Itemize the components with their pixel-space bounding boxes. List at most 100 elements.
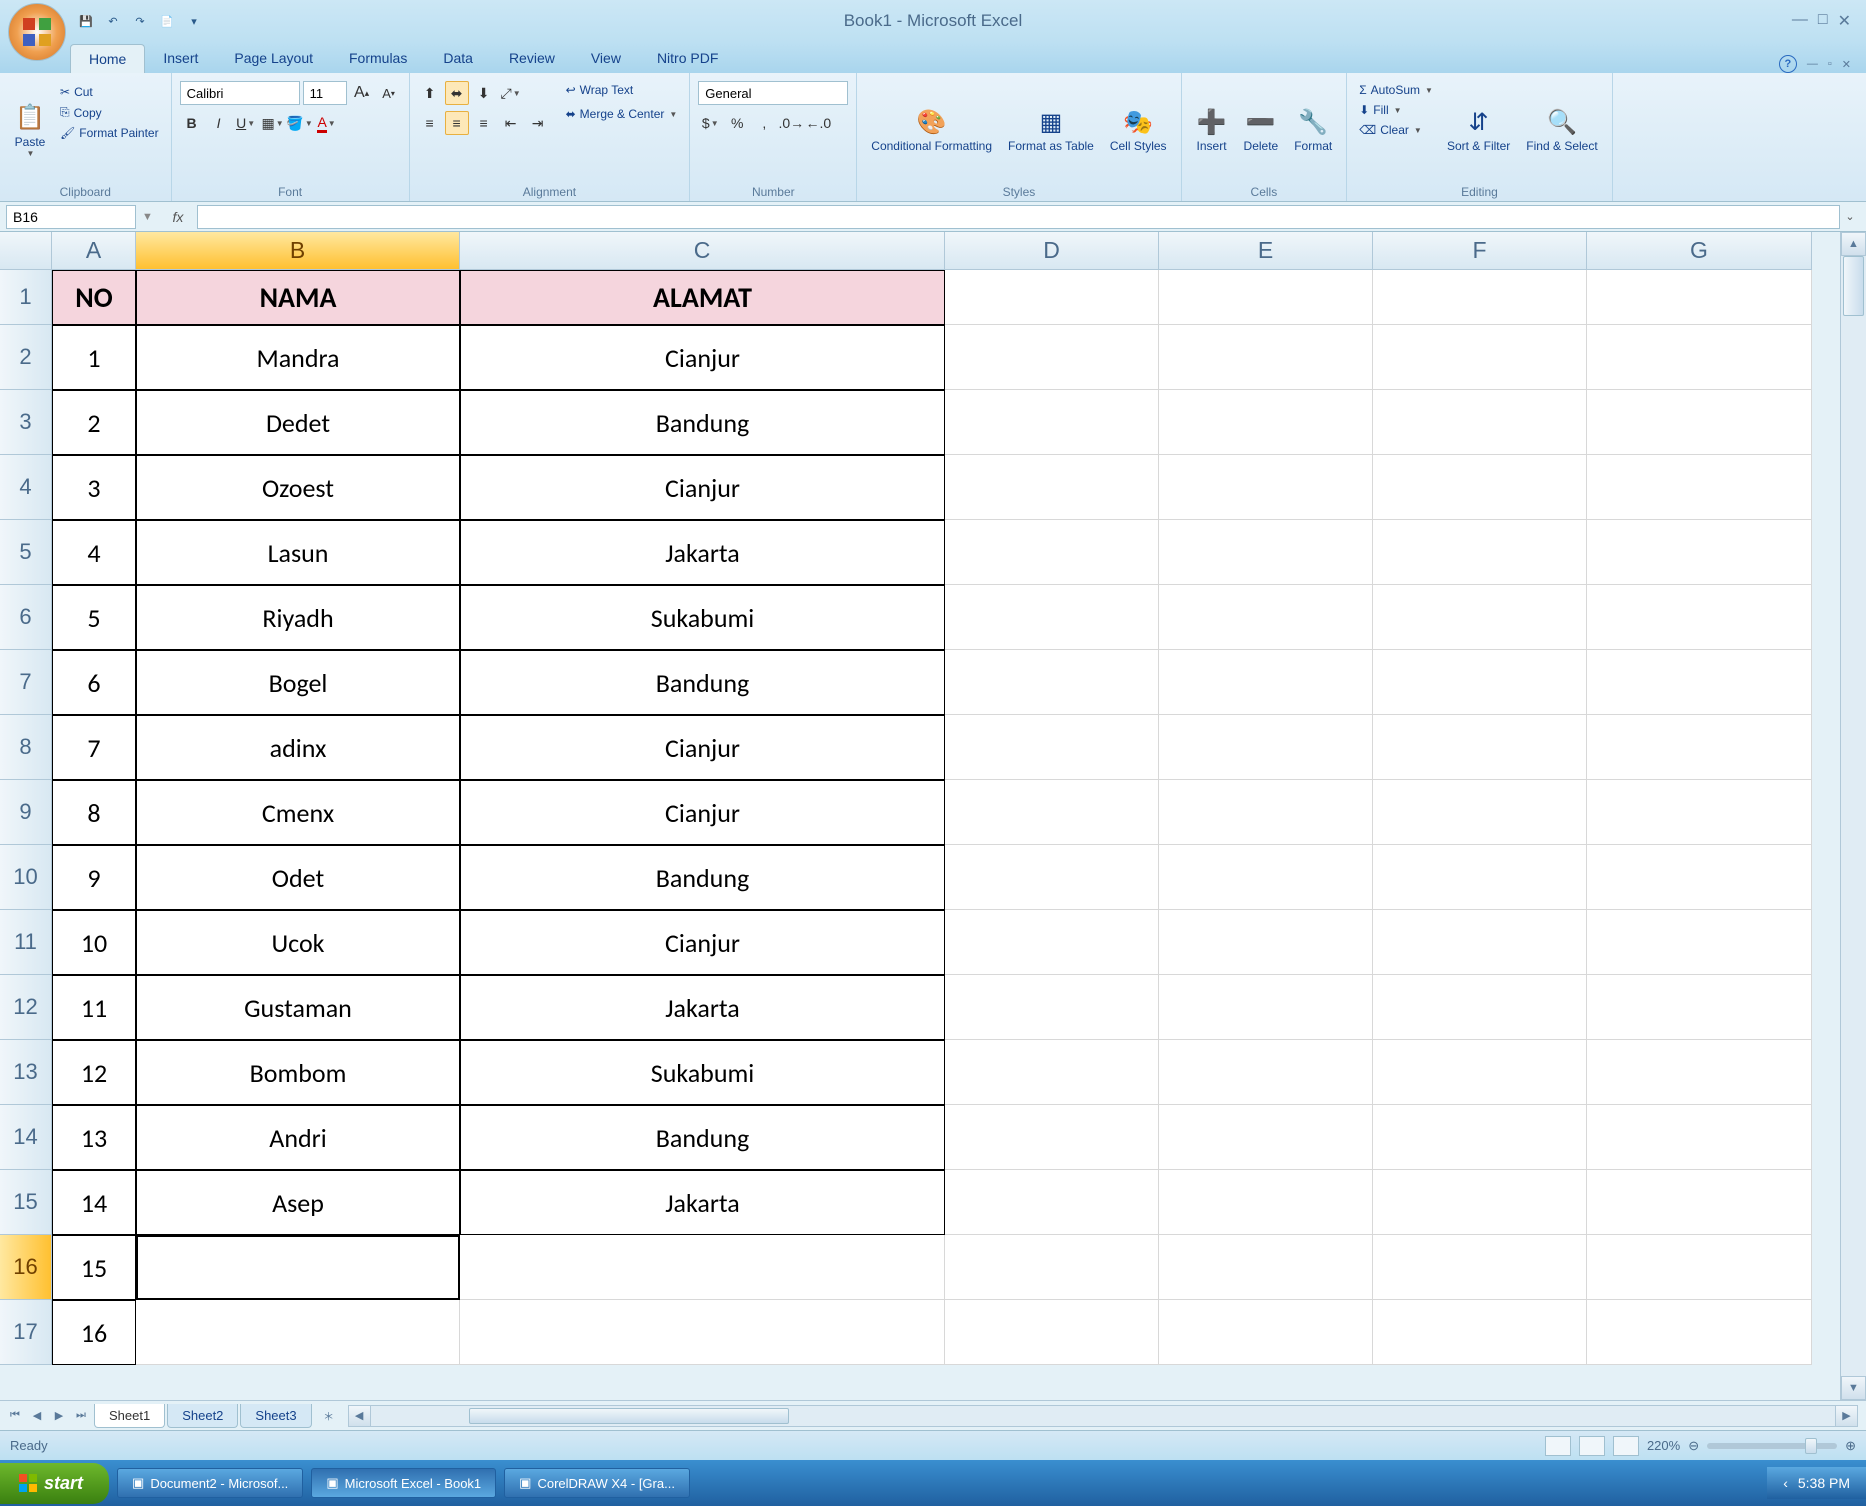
merge-center-button[interactable]: ⬌Merge & Center▼ xyxy=(562,105,682,123)
bold-button[interactable]: B xyxy=(180,111,204,135)
cell-F17[interactable] xyxy=(1373,1300,1587,1365)
ribbon-restore-icon[interactable]: ▫ xyxy=(1828,58,1832,70)
cell-F3[interactable] xyxy=(1373,390,1587,455)
align-center-button[interactable]: ≡ xyxy=(445,111,469,135)
help-icon[interactable]: ? xyxy=(1779,55,1797,73)
cell-A7[interactable]: 6 xyxy=(52,650,136,715)
cell-A14[interactable]: 13 xyxy=(52,1105,136,1170)
format-table-button[interactable]: ▦Format as Table xyxy=(1002,77,1100,183)
start-button[interactable]: start xyxy=(0,1463,109,1504)
zoom-level[interactable]: 220% xyxy=(1647,1438,1680,1453)
insert-cells-button[interactable]: ➕Insert xyxy=(1190,77,1234,183)
comma-button[interactable]: , xyxy=(752,111,776,135)
align-left-button[interactable]: ≡ xyxy=(418,111,442,135)
cell-D8[interactable] xyxy=(945,715,1159,780)
tab-prev-icon[interactable]: ◀ xyxy=(26,1405,48,1427)
cell-E8[interactable] xyxy=(1159,715,1373,780)
office-button[interactable] xyxy=(8,3,66,61)
cell-A11[interactable]: 10 xyxy=(52,910,136,975)
cell-D9[interactable] xyxy=(945,780,1159,845)
decrease-indent-button[interactable]: ⇤ xyxy=(499,111,523,135)
cell-C10[interactable]: Bandung xyxy=(460,845,945,910)
fill-button[interactable]: ⬇Fill▼ xyxy=(1355,101,1437,119)
cell-C15[interactable]: Jakarta xyxy=(460,1170,945,1235)
ribbon-minimize-icon[interactable]: — xyxy=(1807,58,1818,70)
cell-B2[interactable]: Mandra xyxy=(136,325,460,390)
tab-next-icon[interactable]: ▶ xyxy=(48,1405,70,1427)
cell-C7[interactable]: Bandung xyxy=(460,650,945,715)
cell-D5[interactable] xyxy=(945,520,1159,585)
cell-F8[interactable] xyxy=(1373,715,1587,780)
cell-E12[interactable] xyxy=(1159,975,1373,1040)
cell-C5[interactable]: Jakarta xyxy=(460,520,945,585)
cell-F13[interactable] xyxy=(1373,1040,1587,1105)
tab-insert[interactable]: Insert xyxy=(145,44,216,73)
cell-B3[interactable]: Dedet xyxy=(136,390,460,455)
cell-G17[interactable] xyxy=(1587,1300,1812,1365)
cell-D12[interactable] xyxy=(945,975,1159,1040)
cell-A15[interactable]: 14 xyxy=(52,1170,136,1235)
col-header-D[interactable]: D xyxy=(945,232,1159,270)
row-header-2[interactable]: 2 xyxy=(0,325,52,390)
col-header-F[interactable]: F xyxy=(1373,232,1587,270)
clock[interactable]: 5:38 PM xyxy=(1798,1475,1850,1491)
cell-A12[interactable]: 11 xyxy=(52,975,136,1040)
format-cells-button[interactable]: 🔧Format xyxy=(1288,77,1338,183)
cell-E6[interactable] xyxy=(1159,585,1373,650)
ribbon-close-icon[interactable]: ✕ xyxy=(1842,58,1851,71)
tab-nitro-pdf[interactable]: Nitro PDF xyxy=(639,44,736,73)
close-icon[interactable]: ✕ xyxy=(1838,11,1851,31)
cell-D14[interactable] xyxy=(945,1105,1159,1170)
cell-C16[interactable] xyxy=(460,1235,945,1300)
cells-area[interactable]: NONAMAALAMAT1MandraCianjur2DedetBandung3… xyxy=(52,270,1812,1400)
name-box[interactable]: B16 xyxy=(6,205,136,229)
cell-A2[interactable]: 1 xyxy=(52,325,136,390)
cell-C6[interactable]: Sukabumi xyxy=(460,585,945,650)
row-header-13[interactable]: 13 xyxy=(0,1040,52,1105)
cell-A6[interactable]: 5 xyxy=(52,585,136,650)
decrease-decimal-button[interactable]: ←.0 xyxy=(806,111,830,135)
cell-F11[interactable] xyxy=(1373,910,1587,975)
cell-B15[interactable]: Asep xyxy=(136,1170,460,1235)
sheet-tab-sheet2[interactable]: Sheet2 xyxy=(167,1404,238,1428)
maximize-icon[interactable]: □ xyxy=(1818,11,1828,31)
col-header-E[interactable]: E xyxy=(1159,232,1373,270)
taskbar-item[interactable]: ▣CorelDRAW X4 - [Gra... xyxy=(504,1468,690,1498)
row-header-8[interactable]: 8 xyxy=(0,715,52,780)
cell-F1[interactable] xyxy=(1373,270,1587,325)
shrink-font-button[interactable]: A▾ xyxy=(377,81,401,105)
normal-view-button[interactable] xyxy=(1545,1436,1571,1456)
cell-F7[interactable] xyxy=(1373,650,1587,715)
cell-E14[interactable] xyxy=(1159,1105,1373,1170)
col-header-A[interactable]: A xyxy=(52,232,136,270)
row-header-6[interactable]: 6 xyxy=(0,585,52,650)
percent-button[interactable]: % xyxy=(725,111,749,135)
cell-F10[interactable] xyxy=(1373,845,1587,910)
cell-B1[interactable]: NAMA xyxy=(136,270,460,325)
tab-view[interactable]: View xyxy=(573,44,639,73)
tab-home[interactable]: Home xyxy=(70,44,145,73)
autosum-button[interactable]: ΣAutoSum▼ xyxy=(1355,81,1437,99)
cell-C11[interactable]: Cianjur xyxy=(460,910,945,975)
cell-F4[interactable] xyxy=(1373,455,1587,520)
tab-review[interactable]: Review xyxy=(491,44,573,73)
cell-A3[interactable]: 2 xyxy=(52,390,136,455)
scroll-up-icon[interactable]: ▲ xyxy=(1841,232,1866,256)
scroll-down-icon[interactable]: ▼ xyxy=(1841,1376,1866,1400)
zoom-thumb[interactable] xyxy=(1805,1438,1817,1454)
delete-cells-button[interactable]: ➖Delete xyxy=(1238,77,1285,183)
row-header-11[interactable]: 11 xyxy=(0,910,52,975)
align-top-button[interactable]: ⬆ xyxy=(418,81,442,105)
row-header-4[interactable]: 4 xyxy=(0,455,52,520)
cell-G5[interactable] xyxy=(1587,520,1812,585)
cell-C8[interactable]: Cianjur xyxy=(460,715,945,780)
system-tray[interactable]: ‹ 5:38 PM xyxy=(1767,1467,1866,1499)
name-box-dropdown-icon[interactable]: ▼ xyxy=(136,211,159,223)
cell-D17[interactable] xyxy=(945,1300,1159,1365)
cell-G14[interactable] xyxy=(1587,1105,1812,1170)
cell-C9[interactable]: Cianjur xyxy=(460,780,945,845)
cell-B16[interactable] xyxy=(136,1235,460,1300)
copy-button[interactable]: ⎘Copy xyxy=(56,103,163,122)
row-header-16[interactable]: 16 xyxy=(0,1235,52,1300)
number-format-combo[interactable] xyxy=(698,81,848,105)
